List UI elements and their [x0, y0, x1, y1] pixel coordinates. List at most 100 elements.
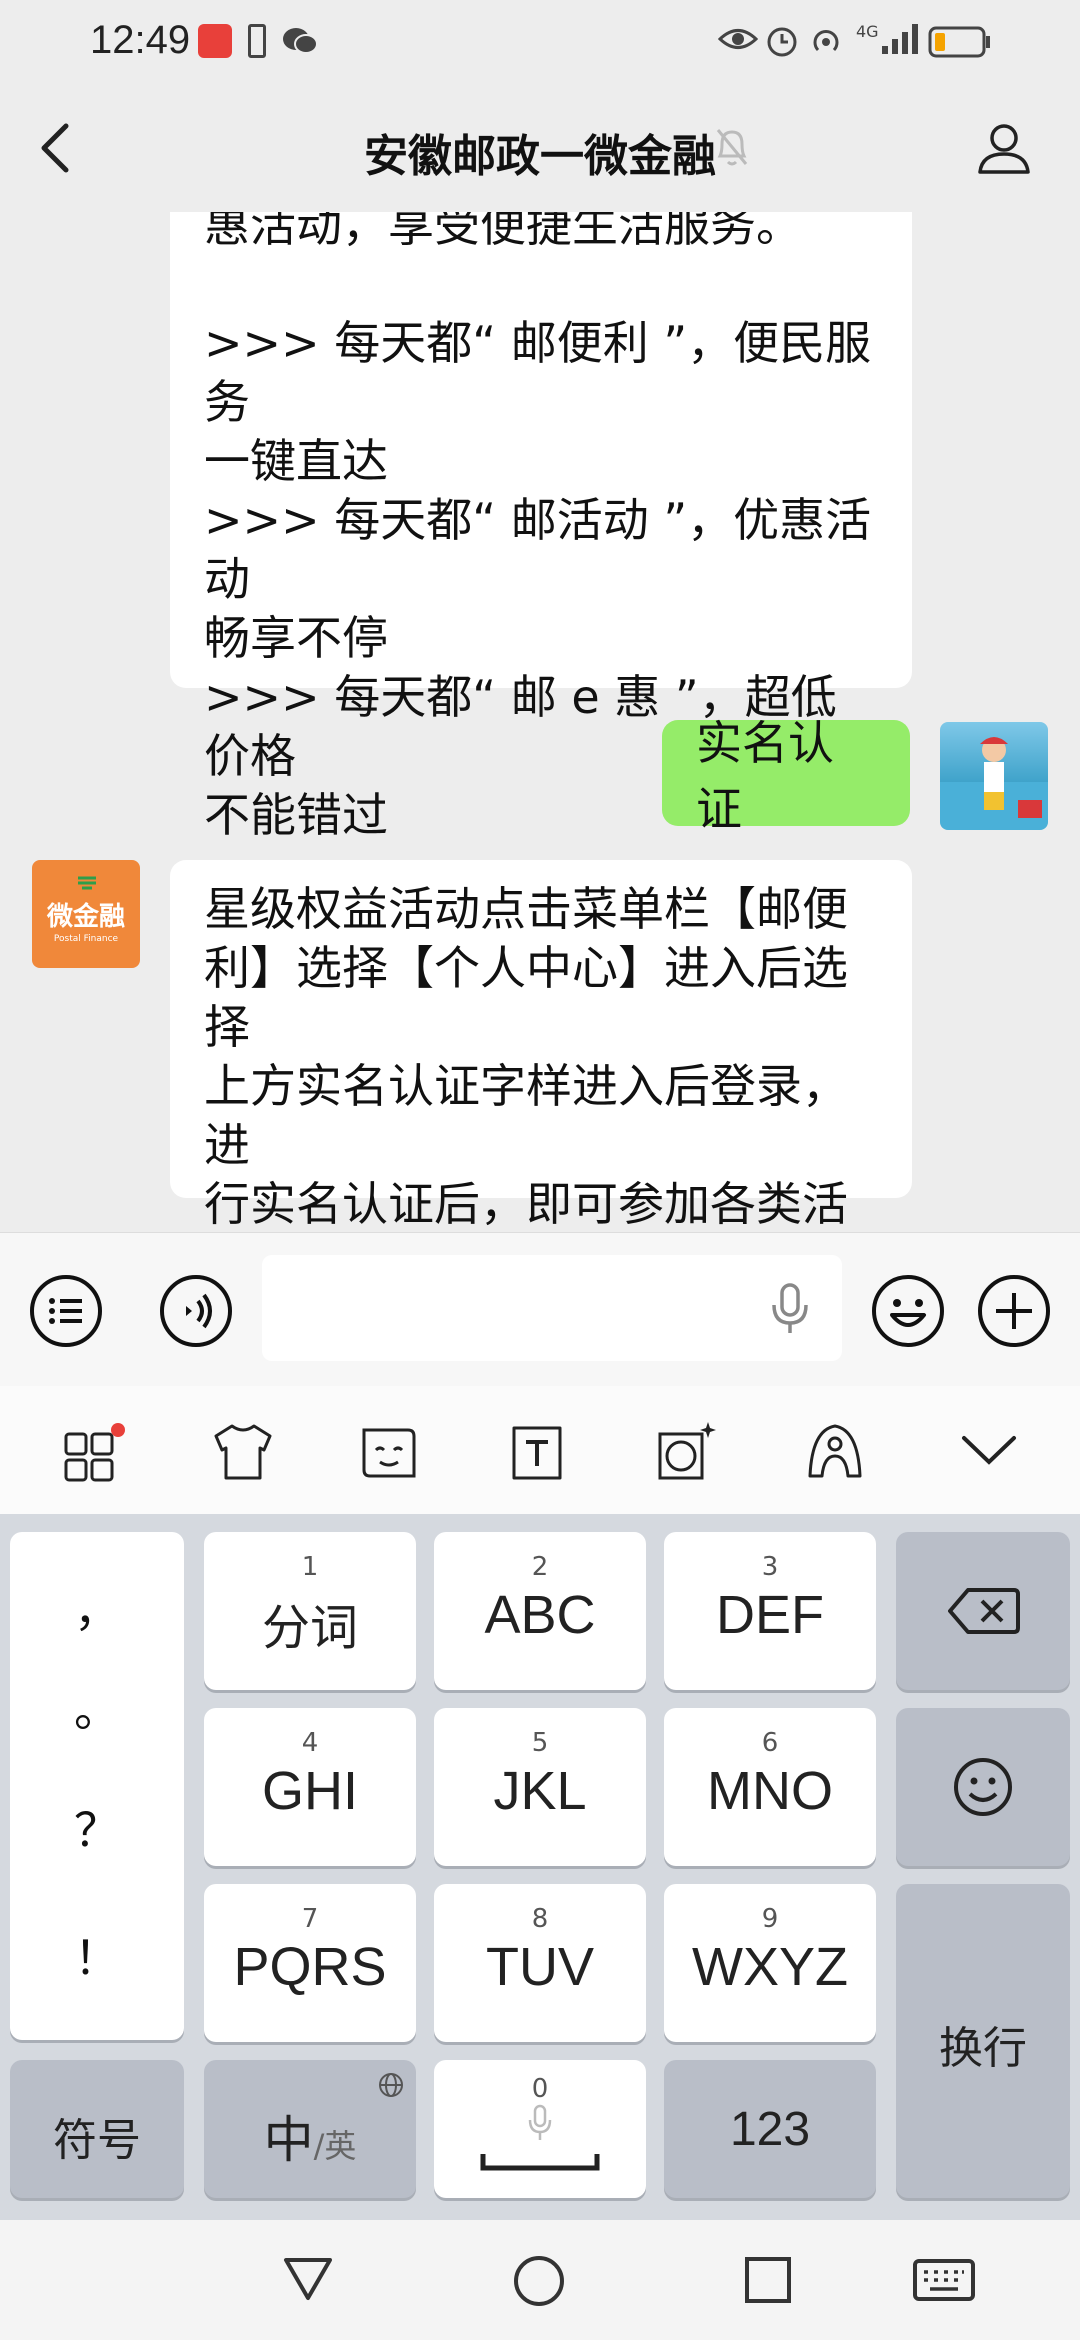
status-bar: 12:49 4G [0, 0, 1080, 84]
sticker-face-icon[interactable] [356, 1420, 422, 1486]
plus-icon[interactable] [976, 1273, 1052, 1349]
key-label: PQRS [233, 1937, 387, 1997]
battery-icon [928, 26, 992, 58]
language-switch-key[interactable]: 中/英 [204, 2060, 416, 2198]
message-line: 行实名认证后，即可参加各类活动 [204, 1177, 848, 1231]
home-circle-icon[interactable] [512, 2254, 566, 2308]
message-line: >>> 每天都“ 邮活动 ”，优惠活动 [204, 493, 872, 606]
emoji-pack-icon[interactable] [652, 1418, 720, 1486]
key-label: JKL [493, 1761, 587, 1821]
my-message-bubble[interactable]: 实名认证 [662, 716, 910, 836]
hotspot-icon [808, 22, 844, 58]
message-line [204, 255, 878, 314]
key-label: ABC [484, 1585, 596, 1645]
key-number: 1 [301, 1552, 319, 1582]
mic-icon [528, 2104, 552, 2142]
key-number: 7 [301, 1904, 319, 1934]
key-label: 分词 [261, 1602, 358, 1655]
recents-square-icon[interactable] [744, 2256, 792, 2304]
mic-icon[interactable] [770, 1283, 810, 1335]
punct-exclaim-key[interactable]: ！ [10, 1922, 184, 1988]
punct-question-key[interactable]: ？ [10, 1794, 184, 1860]
official-avatar[interactable]: 微金融 Postal Finance [32, 860, 140, 968]
key-number: 9 [761, 1904, 779, 1934]
numbers-key[interactable]: 123 [664, 2060, 876, 2198]
avatar-text: 微金融 [46, 902, 125, 932]
key-number: 3 [761, 1552, 779, 1582]
key-3[interactable]: 3 DEF [664, 1532, 876, 1690]
key-label: MNO [707, 1761, 833, 1821]
message-input[interactable] [262, 1255, 842, 1361]
punct-period-key[interactable]: 。 [10, 1674, 184, 1740]
space-key[interactable]: 0 [434, 2060, 646, 2198]
message-text: 实名认证 [696, 716, 834, 836]
back-triangle-icon[interactable] [282, 2256, 334, 2302]
backspace-key[interactable] [896, 1532, 1070, 1690]
chat-title: 安徽邮政一微金融 [364, 131, 716, 182]
message-bubble[interactable]: 惠活动，享受便捷生活服务。 >>> 每天都“ 邮便利 ”，便民服务 一键直达 >… [170, 212, 912, 842]
emoji-icon[interactable] [870, 1273, 946, 1349]
keyboard-toggle-icon[interactable] [912, 2258, 976, 2302]
punct-comma-key[interactable]: ， [10, 1574, 184, 1640]
key-7[interactable]: 7 PQRS [204, 1884, 416, 2042]
key-number: 8 [531, 1904, 549, 1934]
chat-header: 安徽邮政一微金融 [0, 84, 1080, 212]
key-6[interactable]: 6 MNO [664, 1708, 876, 1866]
enter-key[interactable]: 换行 [896, 1884, 1070, 2198]
key-8[interactable]: 8 TUV [434, 1884, 646, 2042]
chevron-down-icon[interactable] [960, 1432, 1018, 1468]
key-4[interactable]: 4 GHI [204, 1708, 416, 1866]
voice-icon[interactable] [158, 1273, 234, 1349]
smiley-icon [952, 1756, 1014, 1818]
apps-grid-icon[interactable] [62, 1422, 128, 1488]
key-2[interactable]: 2 ABC [434, 1532, 646, 1690]
wechat-icon [282, 26, 318, 56]
person-icon[interactable] [976, 120, 1032, 176]
lang-main: 中 [263, 2111, 314, 2169]
key-label: WXYZ [692, 1937, 848, 1997]
key-label: GHI [261, 1761, 358, 1821]
key-number: 6 [761, 1728, 779, 1758]
bell-off-icon [712, 124, 752, 168]
key-number: 0 [531, 2074, 549, 2104]
my-avatar[interactable] [940, 722, 1048, 830]
post-logo-icon [76, 872, 98, 894]
emoji-key[interactable] [896, 1708, 1070, 1866]
key-9[interactable]: 9 WXYZ [664, 1884, 876, 2042]
eye-icon [718, 24, 758, 54]
language-label: 中/英 [204, 2100, 416, 2172]
message-line: 畅享不停 [204, 611, 388, 665]
message-line: 惠活动，享受便捷生活服务。 [204, 212, 802, 252]
key-number: 2 [531, 1552, 549, 1582]
key-5[interactable]: 5 JKL [434, 1708, 646, 1866]
enter-label: 换行 [939, 2023, 1027, 2074]
list-icon[interactable] [28, 1273, 104, 1349]
navigation-bar [0, 2220, 1080, 2340]
alarm-icon [764, 22, 800, 58]
signal-icon [880, 22, 920, 56]
app-notification-icon [198, 24, 232, 58]
message-line: 利】选择【个人中心】进入后选择 [204, 941, 848, 1054]
avatar-subtext: Postal Finance [53, 934, 119, 944]
key-label: TUV [486, 1937, 594, 1997]
chat-area[interactable]: 惠活动，享受便捷生活服务。 >>> 每天都“ 邮便利 ”，便民服务 一键直达 >… [0, 212, 1080, 1232]
handwriting-icon[interactable] [802, 1420, 868, 1486]
message-line: 上方实名认证字样进入后登录，进 [204, 1059, 848, 1172]
key-number: 5 [531, 1728, 549, 1758]
message-bubble[interactable]: 星级权益活动点击菜单栏【邮便 利】选择【个人中心】进入后选择 上方实名认证字样进… [170, 860, 912, 1231]
message-line: >>> 每天都“ 邮便利 ”，便民服务 [204, 316, 872, 429]
symbols-key[interactable]: 符号 [10, 2060, 184, 2198]
message-line: 星级权益活动点击菜单栏【邮便 [204, 882, 848, 936]
network-type: 4G [856, 22, 879, 41]
keyboard: ， 。 ？ ！ 1 分词 2 ABC 3 DEF 4 GHI 5 JKL 6 MNO 7 PQ… [0, 1514, 1080, 2220]
punctuation-panel[interactable]: ， 。 ？ ！ [10, 1532, 184, 2040]
ime-toolbar [0, 1386, 1080, 1514]
message-line: 一键直达 [204, 434, 388, 488]
numbers-label: 123 [729, 2103, 811, 2156]
symbols-label: 符号 [53, 2115, 141, 2166]
battery-saver-icon [248, 24, 266, 58]
skin-tshirt-icon[interactable] [210, 1420, 276, 1486]
text-tool-icon[interactable] [506, 1422, 568, 1484]
key-1[interactable]: 1 分词 [204, 1532, 416, 1690]
input-bar [0, 1232, 1080, 1386]
